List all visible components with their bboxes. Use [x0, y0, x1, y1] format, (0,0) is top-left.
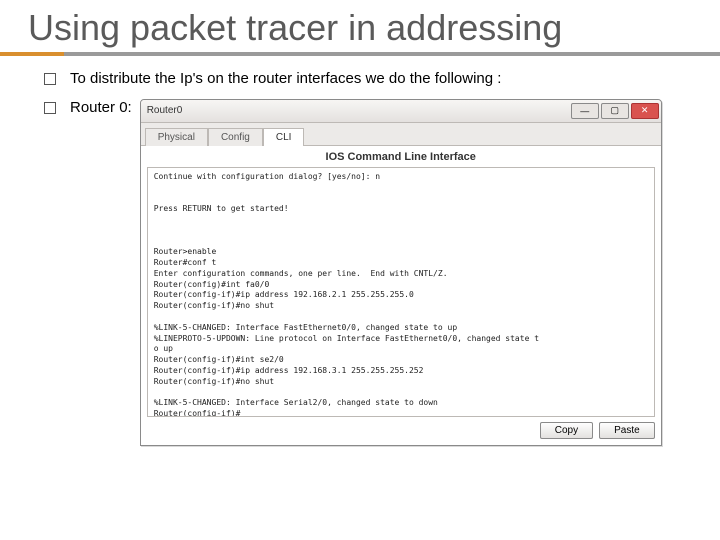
- tab-physical[interactable]: Physical: [145, 128, 208, 146]
- list-item: Router 0: Router0 — ▢ ✕ Physical Config …: [44, 99, 720, 446]
- page-title: Using packet tracer in addressing: [0, 0, 720, 52]
- tab-cli[interactable]: CLI: [263, 128, 305, 146]
- list-item: To distribute the Ip's on the router int…: [44, 70, 720, 87]
- bullet-icon: [44, 73, 56, 85]
- cli-subtitle: IOS Command Line Interface: [147, 150, 655, 167]
- bullet-text: To distribute the Ip's on the router int…: [70, 70, 501, 87]
- minimize-button[interactable]: —: [571, 103, 599, 119]
- tab-bar: Physical Config CLI: [141, 123, 661, 145]
- bullet-icon: [44, 102, 56, 114]
- tab-body: IOS Command Line Interface Continue with…: [141, 145, 661, 445]
- slide: Using packet tracer in addressing To dis…: [0, 0, 720, 540]
- underline-accent: [0, 52, 64, 56]
- paste-button[interactable]: Paste: [599, 422, 655, 439]
- cli-button-row: Copy Paste: [147, 417, 655, 439]
- packet-tracer-window: Router0 — ▢ ✕ Physical Config CLI IOS Co…: [140, 99, 662, 446]
- maximize-button[interactable]: ▢: [601, 103, 629, 119]
- underline-rest: [64, 52, 720, 56]
- bullet-list: To distribute the Ip's on the router int…: [0, 70, 720, 446]
- window-title: Router0: [147, 105, 569, 116]
- bullet-text: Router 0:: [70, 99, 132, 116]
- copy-button[interactable]: Copy: [540, 422, 593, 439]
- window-titlebar: Router0 — ▢ ✕: [141, 100, 661, 123]
- cli-terminal[interactable]: Continue with configuration dialog? [yes…: [147, 167, 655, 417]
- title-underline: [0, 52, 720, 56]
- tab-config[interactable]: Config: [208, 128, 263, 146]
- close-button[interactable]: ✕: [631, 103, 659, 119]
